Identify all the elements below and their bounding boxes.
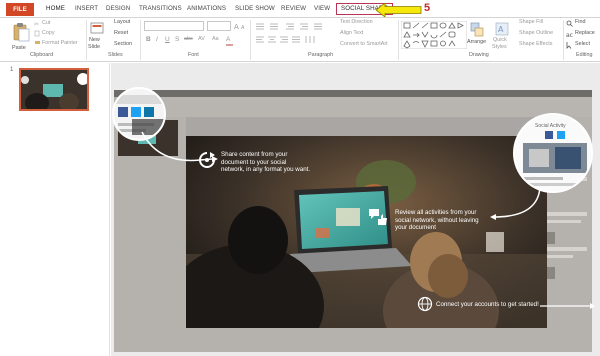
convert-smartart-button[interactable]: Convert to SmartArt — [340, 41, 388, 47]
group-separator — [398, 20, 399, 60]
svg-text:A: A — [234, 23, 239, 31]
paragraph-buttons-icon[interactable] — [254, 21, 330, 45]
callout-number: 5 — [424, 2, 431, 14]
shape-outline-button[interactable]: Shape Outline — [519, 30, 553, 36]
quick-styles-icon[interactable]: A — [495, 22, 509, 36]
review-description: Review all activities from your social n… — [395, 209, 479, 232]
font-group-label: Font — [188, 52, 199, 58]
ribbon-tab-bar: FILE HOME INSERT DESIGN TRANSITIONS ANIM… — [0, 0, 600, 18]
layout-button[interactable]: Layout — [114, 19, 130, 25]
arrange-icon[interactable] — [470, 22, 484, 38]
embedded-ribbon — [114, 97, 592, 117]
share-connector-line — [141, 131, 218, 162]
drawing-group-label: Drawing — [469, 52, 489, 58]
svg-text:A: A — [498, 25, 504, 34]
activity-callout-circle: Social Activity — [513, 113, 593, 193]
tab-home[interactable]: HOME — [46, 4, 65, 18]
editing-group-label: Editing — [576, 52, 593, 58]
globe-icon — [417, 296, 433, 312]
like-comment-icon — [369, 209, 387, 225]
arrange-button[interactable]: Arrange — [467, 39, 486, 45]
quick-styles-button-line2[interactable]: Styles — [492, 44, 507, 50]
text-direction-button[interactable]: Text Direction — [340, 19, 373, 25]
callout-arrow-icon — [376, 3, 422, 17]
tab-insert[interactable]: INSERT — [75, 4, 98, 18]
clipboard-group-label: Clipboard — [30, 52, 54, 58]
svg-text:✂: ✂ — [34, 21, 39, 28]
share-description: Share content from your document to your… — [221, 151, 311, 174]
ribbon: Paste Cut Copy Format Painter ✂ Clipboar… — [0, 18, 600, 62]
shape-fill-button[interactable]: Shape Fill — [519, 19, 543, 25]
clipboard-small-icons: ✂ — [34, 21, 40, 44]
group-separator — [86, 20, 87, 60]
align-text-button[interactable]: Align Text — [340, 30, 363, 36]
shapes-gallery-icon[interactable] — [401, 21, 467, 49]
font-name-dropdown[interactable] — [144, 21, 204, 31]
new-slide-icon[interactable] — [90, 22, 104, 36]
shape-effects-button[interactable]: Shape Effects — [519, 41, 552, 47]
new-slide-button-line2[interactable]: Slide — [88, 44, 100, 50]
connect-description: Connect your accounts to get started! — [436, 301, 539, 308]
bold-button[interactable]: B — [146, 36, 151, 43]
group-separator — [140, 20, 141, 60]
slide-thumbnail[interactable] — [19, 68, 89, 111]
slide-number: 1 — [10, 67, 14, 73]
italic-button[interactable]: I — [156, 36, 158, 43]
tab-view[interactable]: VIEW — [314, 4, 330, 18]
share-icon — [199, 152, 215, 168]
paste-button[interactable]: Paste — [12, 45, 26, 51]
change-case-button[interactable]: Aa — [212, 36, 219, 42]
quick-styles-button[interactable]: Quick — [493, 37, 507, 43]
character-spacing-button[interactable]: AV — [198, 36, 205, 42]
slides-group-label: Slides — [108, 52, 123, 58]
tab-animations[interactable]: ANIMATIONS — [187, 4, 226, 18]
thumbnail-image — [21, 70, 87, 109]
svg-text:ac: ac — [566, 32, 573, 39]
section-button[interactable]: Section — [114, 41, 132, 47]
editing-icons: ac — [566, 20, 573, 49]
strikethrough-button[interactable]: abc — [184, 36, 193, 42]
tab-review[interactable]: REVIEW — [281, 4, 306, 18]
select-button[interactable]: Select — [575, 41, 590, 47]
font-grow-shrink-icon[interactable]: A A — [234, 21, 248, 31]
paste-icon[interactable] — [12, 22, 30, 42]
replace-button[interactable]: Replace — [575, 30, 595, 36]
embedded-titlebar — [114, 90, 592, 97]
tab-file[interactable]: FILE — [6, 3, 34, 16]
activity-connector-line — [490, 186, 541, 220]
format-painter-button[interactable]: Format Painter — [42, 40, 78, 46]
font-size-dropdown[interactable] — [207, 21, 231, 31]
find-button[interactable]: Find — [575, 19, 586, 25]
reset-button[interactable]: Reset — [114, 30, 128, 36]
embedded-notes-area — [186, 328, 537, 352]
group-separator — [250, 20, 251, 60]
svg-text:A: A — [241, 25, 245, 31]
cut-button[interactable]: Cut — [42, 20, 50, 26]
tab-design[interactable]: DESIGN — [106, 4, 130, 18]
svg-text:Social Activity: Social Activity — [535, 123, 566, 129]
paragraph-group-label: Paragraph — [308, 52, 334, 58]
new-slide-button[interactable]: New — [89, 37, 100, 43]
font-color-button[interactable]: A — [226, 36, 230, 43]
tab-slide-show[interactable]: SLIDE SHOW — [235, 4, 275, 18]
group-separator — [563, 20, 564, 60]
connect-connector-line — [540, 303, 595, 309]
underline-button[interactable]: U — [165, 36, 170, 43]
shadow-button[interactable]: S — [175, 36, 179, 43]
copy-button[interactable]: Copy — [42, 30, 55, 36]
slide-thumbnail-pane[interactable]: 1 — [0, 63, 110, 356]
tab-transitions[interactable]: TRANSITIONS — [139, 4, 182, 18]
font-color-swatch — [226, 44, 233, 46]
